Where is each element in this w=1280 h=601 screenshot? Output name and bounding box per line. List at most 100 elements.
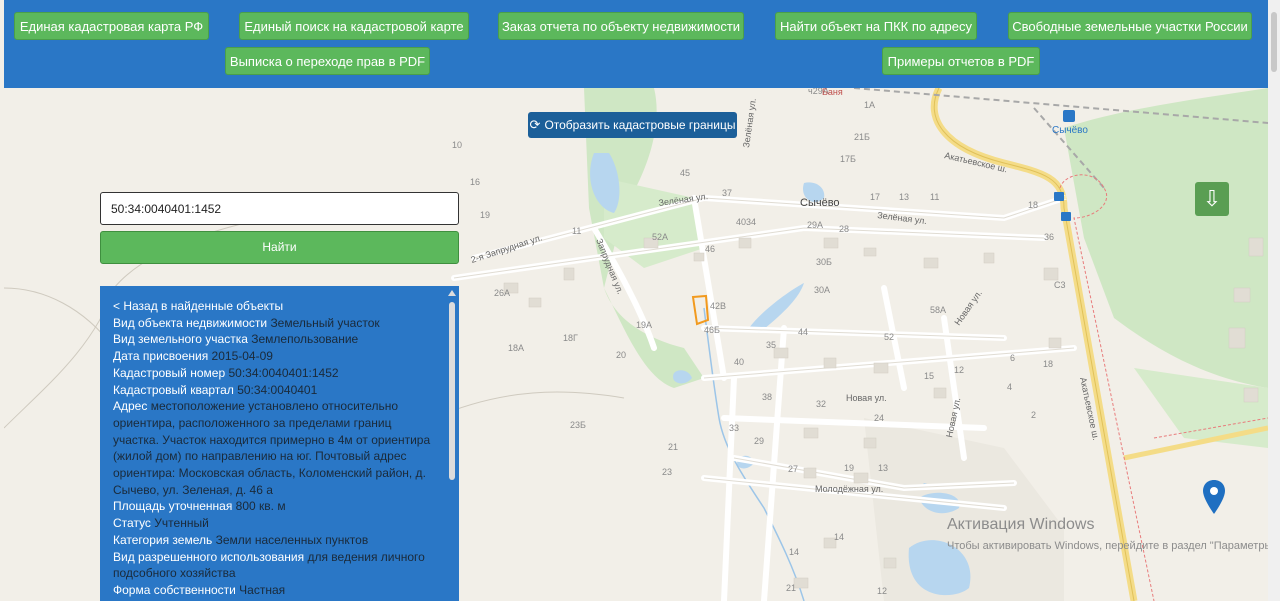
info-row-parcel-type: Вид земельного участка Землепользование — [113, 331, 435, 348]
svg-text:Молодёжная ул.: Молодёжная ул. — [815, 484, 883, 494]
svg-text:44: 44 — [798, 327, 808, 337]
cadastral-number-input[interactable] — [100, 192, 459, 225]
svg-text:13: 13 — [899, 192, 909, 202]
info-key: Адрес — [113, 399, 148, 414]
svg-text:52: 52 — [884, 332, 894, 342]
info-value: 50:34:0040401 — [237, 382, 318, 397]
scroll-up-arrow-icon[interactable] — [448, 290, 456, 296]
info-value: местоположение установлено относительно … — [113, 399, 431, 497]
info-key: Дата присвоения — [113, 349, 209, 364]
info-key: Вид объекта недвижимости — [113, 315, 268, 330]
svg-text:12: 12 — [954, 365, 964, 375]
info-row-cadastral-number: Кадастровый номер 50:34:0040401:1452 — [113, 365, 435, 382]
download-arrow-icon[interactable]: ⇩ — [1195, 182, 1229, 216]
cadastral-button-label: Отобразить кадастровые границы — [544, 118, 736, 132]
svg-text:21Б: 21Б — [854, 132, 870, 142]
order-report-button[interactable]: Заказ отчета по объекту недвижимости — [498, 12, 744, 40]
svg-text:28: 28 — [839, 224, 849, 234]
svg-text:35: 35 — [766, 340, 776, 350]
info-row-cadastral-quarter: Кадастровый квартал 50:34:0040401 — [113, 382, 435, 399]
info-value: Учтенный — [154, 516, 209, 531]
svg-text:6: 6 — [1010, 353, 1015, 363]
info-row-object-type: Вид объекта недвижимости Земельный участ… — [113, 315, 435, 332]
info-value: 800 кв. м — [235, 499, 286, 514]
svg-text:2: 2 — [1031, 410, 1036, 420]
svg-text:18А: 18А — [508, 343, 524, 353]
svg-text:29: 29 — [754, 436, 764, 446]
svg-text:Сычёво: Сычёво — [1052, 125, 1088, 136]
rights-transfer-pdf-button[interactable]: Выписка о переходе прав в PDF — [225, 47, 430, 75]
svg-text:11: 11 — [930, 192, 939, 202]
page-scrollbar-thumb[interactable] — [1271, 12, 1277, 72]
free-land-button[interactable]: Свободные земельные участки России — [1008, 12, 1252, 40]
svg-text:36: 36 — [1044, 232, 1054, 242]
info-key: Вид земельного участка — [113, 332, 248, 347]
info-key: Статус — [113, 516, 151, 531]
cadastral-map-rf-button[interactable]: Единая кадастровая карта РФ — [14, 12, 209, 40]
svg-text:16: 16 — [470, 177, 480, 187]
page-scrollbar[interactable] — [1268, 0, 1280, 601]
show-cadastral-boundaries-button[interactable]: ⟳ Отобразить кадастровые границы — [528, 112, 737, 138]
info-key: Категория земель — [113, 532, 213, 547]
info-value: 50:34:0040401:1452 — [228, 365, 339, 380]
svg-text:32: 32 — [816, 399, 826, 409]
svg-text:18: 18 — [1043, 359, 1053, 369]
svg-text:42В: 42В — [710, 301, 726, 311]
svg-text:19: 19 — [844, 463, 854, 473]
svg-text:38: 38 — [762, 392, 772, 402]
info-key: Вид разрешенного использования — [113, 549, 305, 564]
top-toolbar: Единая кадастровая карта РФ Единый поиск… — [4, 0, 1268, 88]
svg-text:30А: 30А — [814, 285, 830, 295]
svg-text:Новая ул.: Новая ул. — [846, 393, 887, 403]
svg-text:23: 23 — [662, 467, 672, 477]
svg-text:46: 46 — [705, 244, 715, 254]
info-value: Землепользование — [251, 332, 359, 347]
svg-text:11: 11 — [572, 226, 581, 236]
back-to-results-link[interactable]: < Назад в найденные объекты — [113, 298, 435, 315]
object-info-panel: < Назад в найденные объекты Вид объекта … — [100, 286, 459, 601]
find-by-address-button[interactable]: Найти объект на ПКК по адресу — [775, 12, 977, 40]
info-row-status: Статус Учтенный — [113, 515, 435, 532]
svg-text:17: 17 — [870, 192, 880, 202]
svg-text:10: 10 — [452, 140, 462, 150]
svg-text:26А: 26А — [494, 288, 510, 298]
object-info-content: < Назад в найденные объекты Вид объекта … — [113, 298, 435, 599]
svg-text:46Б: 46Б — [704, 325, 720, 335]
svg-text:21: 21 — [668, 442, 678, 452]
svg-text:19: 19 — [480, 210, 490, 220]
activation-title: Активация Windows — [947, 516, 1095, 533]
info-value: Земли населенных пунктов — [215, 532, 369, 547]
svg-text:30Б: 30Б — [816, 257, 832, 267]
info-key: Форма собственности — [113, 582, 236, 597]
svg-text:58А: 58А — [930, 305, 946, 315]
scrollbar-thumb[interactable] — [449, 302, 455, 480]
svg-text:17Б: 17Б — [840, 154, 856, 164]
info-key: Площадь уточненная — [113, 499, 233, 514]
unified-search-button[interactable]: Единый поиск на кадастровой карте — [239, 12, 469, 40]
info-row-area: Площадь уточненная 800 кв. м — [113, 498, 435, 515]
location-pin-icon[interactable] — [1203, 480, 1225, 514]
svg-text:13: 13 — [878, 463, 888, 473]
svg-text:27: 27 — [788, 464, 798, 474]
report-examples-button[interactable]: Примеры отчетов в PDF — [882, 47, 1040, 75]
info-value: 2015-04-09 — [211, 349, 273, 364]
svg-text:24: 24 — [874, 413, 884, 423]
svg-text:40: 40 — [736, 217, 746, 227]
svg-text:40: 40 — [734, 357, 744, 367]
svg-text:Сычёво: Сычёво — [800, 197, 840, 209]
refresh-icon: ⟳ — [529, 117, 541, 132]
svg-text:4: 4 — [1007, 382, 1012, 392]
svg-text:Баня: Баня — [822, 88, 843, 97]
svg-text:15: 15 — [924, 371, 934, 381]
info-panel-scrollbar[interactable] — [445, 286, 459, 601]
info-value: Частная — [239, 582, 286, 597]
svg-text:37: 37 — [722, 188, 732, 198]
svg-text:34: 34 — [746, 217, 756, 227]
find-button[interactable]: Найти — [100, 231, 459, 264]
svg-text:14: 14 — [789, 547, 799, 557]
info-row-land-category: Категория земель Земли населенных пункто… — [113, 532, 435, 549]
windows-activation-watermark: Активация Windows Чтобы активировать Win… — [947, 516, 1279, 554]
svg-text:52А: 52А — [652, 232, 668, 242]
svg-text:23Б: 23Б — [570, 420, 586, 430]
info-row-assigned-date: Дата присвоения 2015-04-09 — [113, 348, 435, 365]
